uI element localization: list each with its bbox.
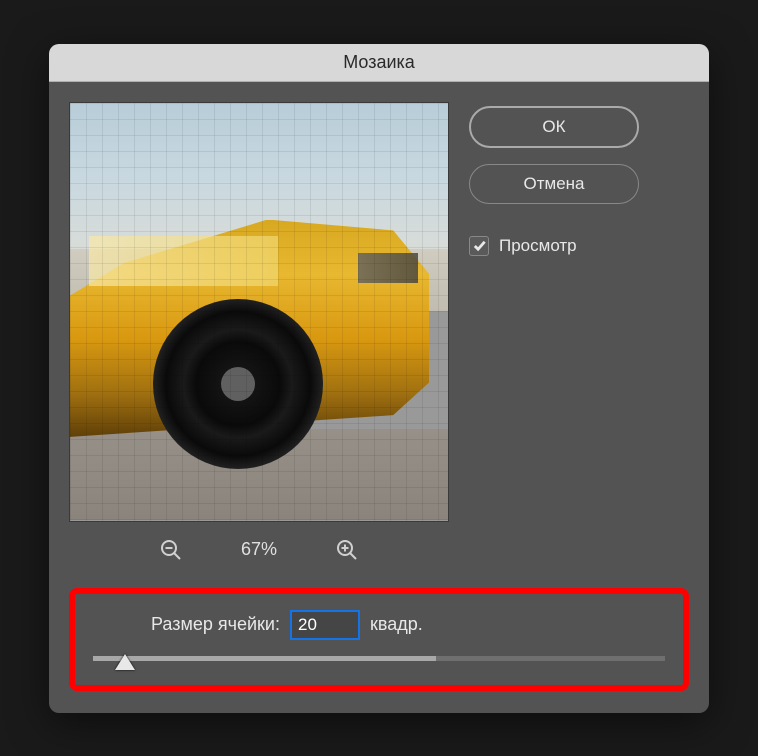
zoom-out-icon <box>159 538 183 562</box>
ok-button[interactable]: ОК <box>469 106 639 148</box>
zoom-in-icon <box>335 538 359 562</box>
preview-image-frame[interactable] <box>69 102 449 522</box>
cell-size-row: Размер ячейки: квадр. <box>93 610 665 640</box>
cell-size-section: Размер ячейки: квадр. <box>69 588 689 691</box>
buttons-panel: ОК Отмена Просмотр <box>469 102 689 568</box>
checkmark-icon <box>472 238 487 253</box>
preview-panel: 67% <box>69 102 449 568</box>
preview-image <box>70 103 448 521</box>
cell-size-label: Размер ячейки: <box>151 614 280 635</box>
cell-size-input[interactable] <box>290 610 360 640</box>
dialog-content: 67% ОК Отмена <box>49 82 709 588</box>
zoom-controls: 67% <box>69 522 449 568</box>
preview-checkbox[interactable] <box>469 236 489 256</box>
mosaic-dialog: Мозаика <box>49 44 709 713</box>
slider-thumb[interactable] <box>115 654 135 670</box>
preview-checkbox-label: Просмотр <box>499 236 577 256</box>
dialog-title: Мозаика <box>49 44 709 82</box>
zoom-level-label: 67% <box>241 539 277 560</box>
cell-size-slider[interactable] <box>93 656 665 661</box>
zoom-in-button[interactable] <box>333 536 361 564</box>
preview-checkbox-row: Просмотр <box>469 236 689 256</box>
zoom-out-button[interactable] <box>157 536 185 564</box>
cell-size-unit: квадр. <box>370 614 423 635</box>
cancel-button[interactable]: Отмена <box>469 164 639 204</box>
